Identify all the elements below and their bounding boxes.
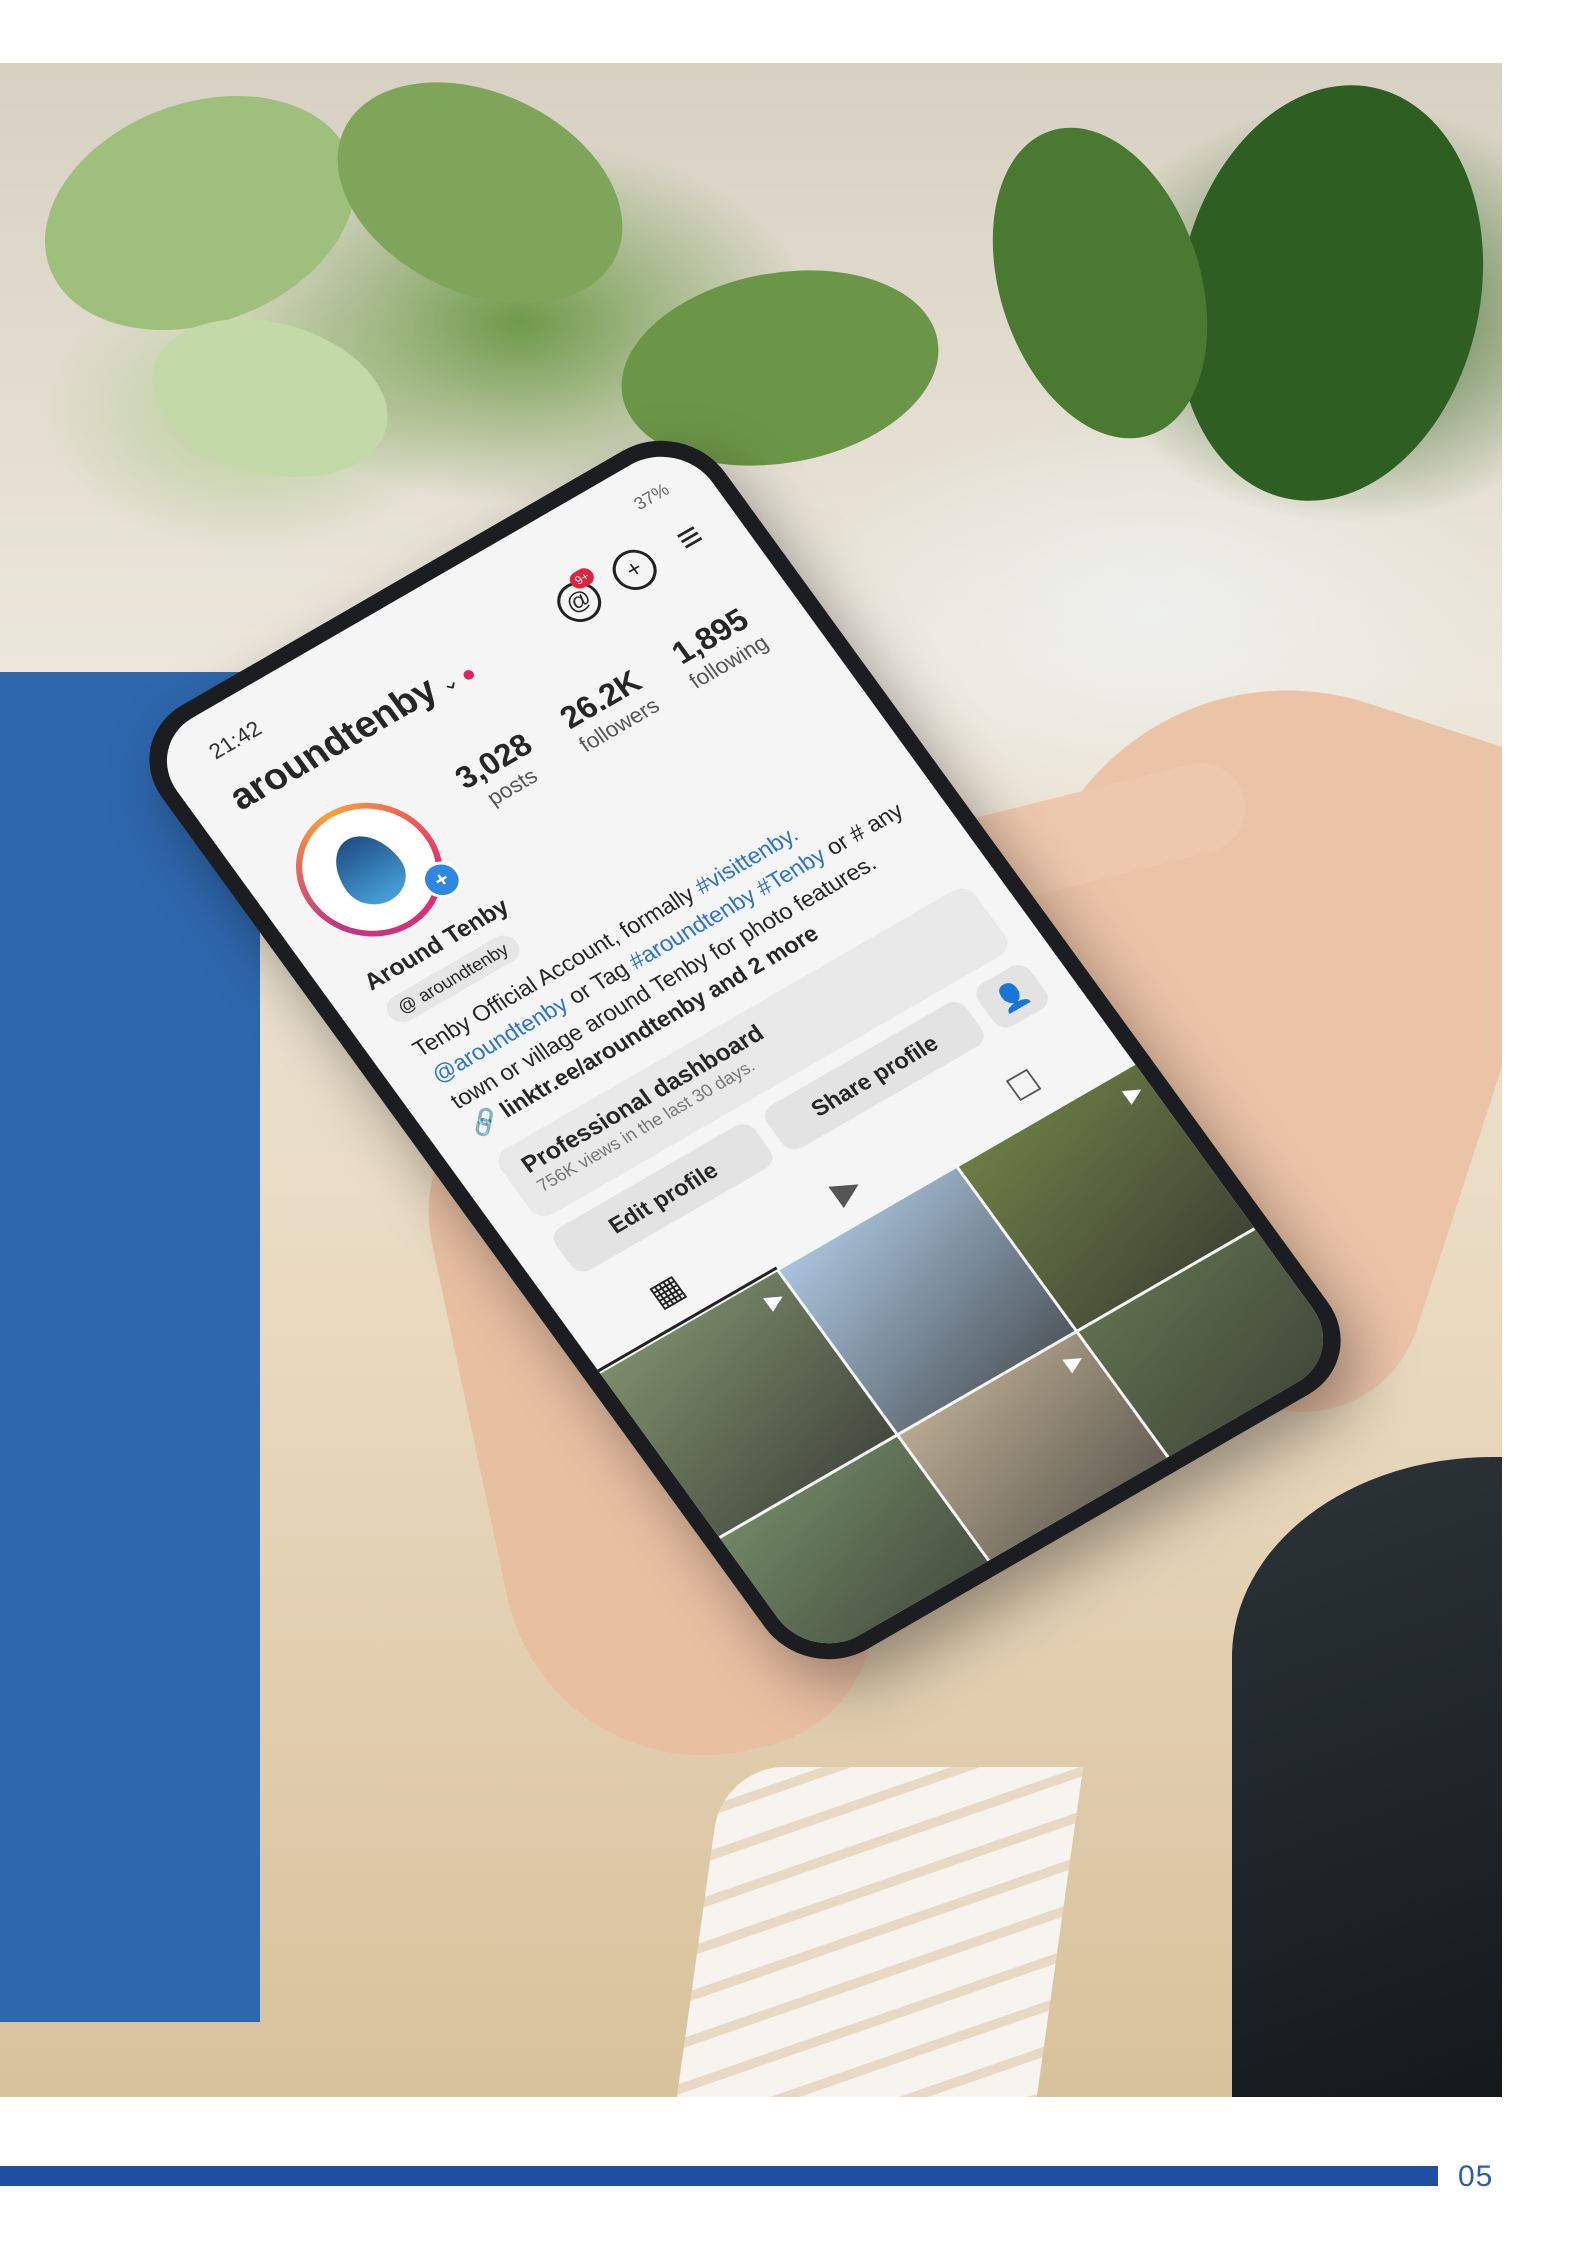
link-icon: 🔗 (464, 1104, 505, 1140)
page-number: 05 (1458, 2160, 1494, 2193)
menu-icon[interactable]: ≡ (659, 510, 720, 565)
notification-dot (460, 668, 476, 682)
threads-icon[interactable]: @9+ (548, 565, 610, 630)
location-pin-logo (320, 824, 419, 916)
add-post-icon[interactable]: + (604, 542, 666, 598)
stat-following[interactable]: 1,895 following (662, 600, 773, 694)
reel-icon: ▶ (759, 1284, 790, 1314)
discover-people-icon[interactable]: 👤 (970, 960, 1054, 1033)
status-time: 21:42 (203, 715, 267, 764)
shirt-sleeve (676, 1767, 1084, 2097)
notification-badge: 9+ (566, 565, 598, 592)
jeans (1232, 1457, 1502, 2097)
reel-icon: ▶ (1118, 1077, 1148, 1107)
plant-leaf (301, 63, 659, 348)
stat-followers[interactable]: 26.2K followers (552, 663, 664, 758)
reel-icon: ▶ (1058, 1346, 1089, 1376)
battery-level: 37% (629, 479, 673, 514)
stat-posts[interactable]: 3,028 posts (448, 726, 555, 817)
footer-rule (0, 2166, 1438, 2186)
